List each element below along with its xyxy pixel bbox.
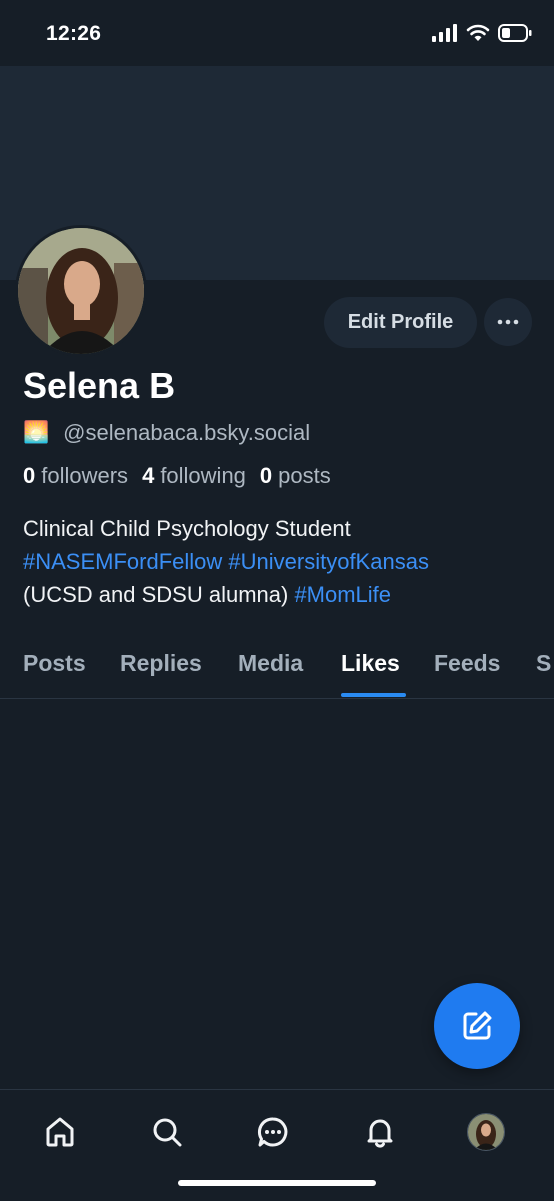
edit-profile-button[interactable]: Edit Profile xyxy=(324,297,477,348)
compose-button[interactable] xyxy=(434,983,520,1069)
hashtag-link[interactable]: #NASEMFordFellow xyxy=(23,549,222,574)
tab-posts[interactable]: Posts xyxy=(23,650,86,677)
nav-search[interactable] xyxy=(145,1110,189,1154)
tab-replies[interactable]: Replies xyxy=(120,650,202,677)
posts-stat: 0 posts xyxy=(259,463,331,488)
search-icon xyxy=(153,1118,182,1147)
nav-profile-avatar xyxy=(467,1113,505,1151)
profile-avatar-ring xyxy=(15,225,147,357)
nav-notifications[interactable] xyxy=(358,1110,402,1154)
tab-likes[interactable]: Likes xyxy=(341,650,400,677)
nav-home[interactable] xyxy=(38,1110,82,1154)
profile-handle-row: 🌅 @selenabaca.bsky.social xyxy=(23,420,310,446)
profile-avatar[interactable] xyxy=(18,228,144,354)
sunrise-emoji: 🌅 xyxy=(23,421,50,444)
notifications-icon xyxy=(367,1119,393,1148)
chat-icon xyxy=(257,1117,288,1147)
profile-stats: 0 followers 4 following 0 posts xyxy=(23,463,331,489)
cellular-signal-icon xyxy=(432,24,457,42)
bio-text: (UCSD and SDSU alumna) xyxy=(23,582,289,607)
profile-bio: Clinical Child Psychology Student #NASEM… xyxy=(23,512,538,611)
status-icons xyxy=(432,24,532,42)
hashtag-link[interactable]: #MomLife xyxy=(294,582,391,607)
status-time: 12:26 xyxy=(46,22,102,45)
more-icon xyxy=(497,319,519,325)
profile-handle: @selenabaca.bsky.social xyxy=(63,420,311,445)
nav-chat[interactable] xyxy=(251,1110,295,1154)
profile-name: Selena B xyxy=(23,365,176,406)
home-icon xyxy=(46,1117,74,1147)
home-indicator xyxy=(178,1180,376,1186)
battery-icon xyxy=(498,24,532,42)
bio-line-2: #NASEMFordFellow #UniversityofKansas xyxy=(23,545,538,578)
followers-stat[interactable]: 0 followers xyxy=(23,463,128,489)
bio-line-3: (UCSD and SDSU alumna) #MomLife xyxy=(23,578,538,611)
tab-starter-packs[interactable]: S xyxy=(536,650,551,677)
tab-media[interactable]: Media xyxy=(238,650,303,677)
status-bar: 12:26 xyxy=(0,0,554,66)
compose-icon xyxy=(463,1011,492,1040)
profile-tabs: Posts Replies Media Likes Feeds S xyxy=(0,640,554,699)
tab-feeds[interactable]: Feeds xyxy=(434,650,500,677)
hashtag-link[interactable]: #UniversityofKansas xyxy=(228,549,429,574)
bio-line-1: Clinical Child Psychology Student xyxy=(23,516,351,541)
nav-profile[interactable] xyxy=(464,1110,508,1154)
active-tab-indicator xyxy=(341,693,406,697)
more-options-button[interactable] xyxy=(484,298,532,346)
following-stat[interactable]: 4 following xyxy=(142,463,246,489)
wifi-icon xyxy=(466,24,490,41)
